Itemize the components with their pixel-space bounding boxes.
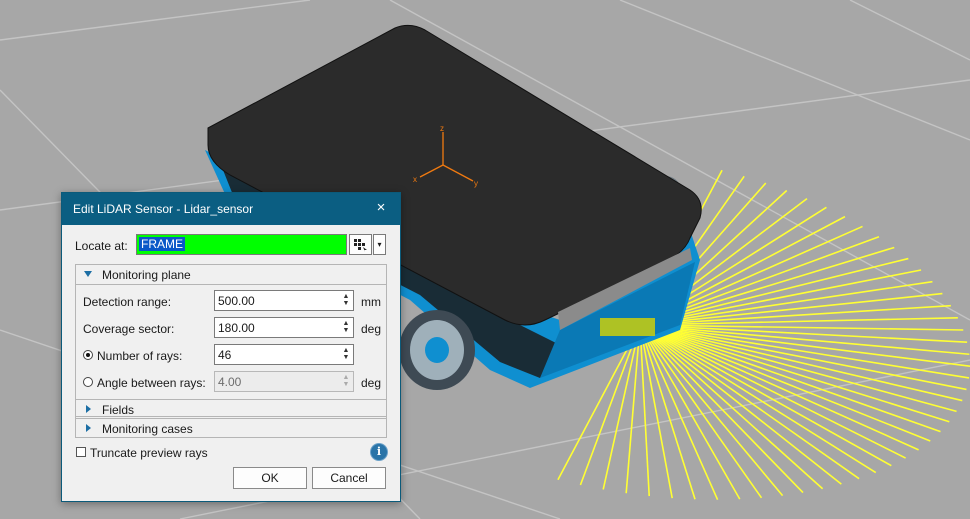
close-icon[interactable]: × bbox=[372, 199, 390, 217]
coverage-sector-input[interactable]: 180.00 ▲ ▼ bbox=[214, 317, 354, 338]
coverage-sector-label: Coverage sector: bbox=[83, 322, 175, 336]
number-of-rays-label: Number of rays: bbox=[97, 349, 183, 363]
truncate-preview-checkbox[interactable] bbox=[76, 447, 86, 457]
expand-arrow-icon bbox=[86, 424, 91, 432]
monitoring-plane-header[interactable]: Monitoring plane bbox=[76, 265, 386, 285]
number-of-rays-input[interactable]: 46 ▲ ▼ bbox=[214, 344, 354, 365]
axis-label-y: y bbox=[474, 179, 478, 188]
detection-range-value: 500.00 bbox=[218, 294, 255, 308]
angle-between-rays-input[interactable]: 4.00 ▲ ▼ bbox=[214, 371, 354, 392]
spinner-arrows-icon: ▲ ▼ bbox=[342, 374, 350, 388]
expand-arrow-icon bbox=[86, 405, 91, 413]
detection-range-label: Detection range: bbox=[83, 295, 172, 309]
spinner-arrows-icon[interactable]: ▲ ▼ bbox=[342, 293, 350, 307]
angle-between-rays-label: Angle between rays: bbox=[97, 376, 206, 390]
coverage-sector-unit: deg bbox=[361, 322, 382, 336]
axis-label-x: x bbox=[413, 175, 417, 184]
ok-button[interactable]: OK bbox=[233, 467, 307, 489]
cancel-button[interactable]: Cancel bbox=[312, 467, 386, 489]
coverage-sector-value: 180.00 bbox=[218, 321, 255, 335]
number-of-rays-radio[interactable] bbox=[83, 350, 93, 360]
locate-at-value: FRAME bbox=[139, 237, 185, 251]
dialog-title: Edit LiDAR Sensor - Lidar_sensor bbox=[73, 202, 254, 216]
spinner-arrows-icon[interactable]: ▲ ▼ bbox=[342, 320, 350, 334]
angle-between-rays-radio[interactable] bbox=[83, 377, 93, 387]
axis-label-z: z bbox=[440, 124, 444, 133]
edit-lidar-sensor-dialog: Edit LiDAR Sensor - Lidar_sensor × Locat… bbox=[61, 192, 401, 502]
fields-section[interactable]: Fields bbox=[75, 399, 387, 419]
angle-between-rays-unit: deg bbox=[361, 376, 382, 390]
frame-picker-button[interactable] bbox=[349, 234, 372, 255]
number-of-rays-value: 46 bbox=[218, 348, 232, 362]
frame-picker-icon bbox=[354, 239, 367, 252]
monitoring-cases-title: Monitoring cases bbox=[102, 422, 193, 436]
locate-dropdown-button[interactable]: ▾ bbox=[373, 234, 386, 255]
spinner-arrows-icon[interactable]: ▲ ▼ bbox=[342, 347, 350, 361]
monitoring-plane-group: Monitoring plane Detection range: 500.00… bbox=[75, 264, 387, 417]
monitoring-cases-section[interactable]: Monitoring cases bbox=[75, 418, 387, 438]
info-icon[interactable]: i bbox=[371, 444, 387, 460]
locate-at-label: Locate at: bbox=[75, 239, 128, 253]
detection-range-input[interactable]: 500.00 ▲ ▼ bbox=[214, 290, 354, 311]
chevron-down-icon: ▾ bbox=[377, 240, 382, 249]
dialog-title-bar[interactable]: Edit LiDAR Sensor - Lidar_sensor × bbox=[62, 193, 400, 225]
expand-arrow-icon bbox=[84, 271, 92, 277]
truncate-preview-label: Truncate preview rays bbox=[90, 446, 208, 460]
locate-at-field[interactable]: FRAME bbox=[136, 234, 347, 255]
angle-between-rays-value: 4.00 bbox=[218, 375, 242, 389]
fields-title: Fields bbox=[102, 403, 135, 417]
monitoring-plane-title: Monitoring plane bbox=[102, 268, 191, 282]
detection-range-unit: mm bbox=[361, 295, 381, 309]
